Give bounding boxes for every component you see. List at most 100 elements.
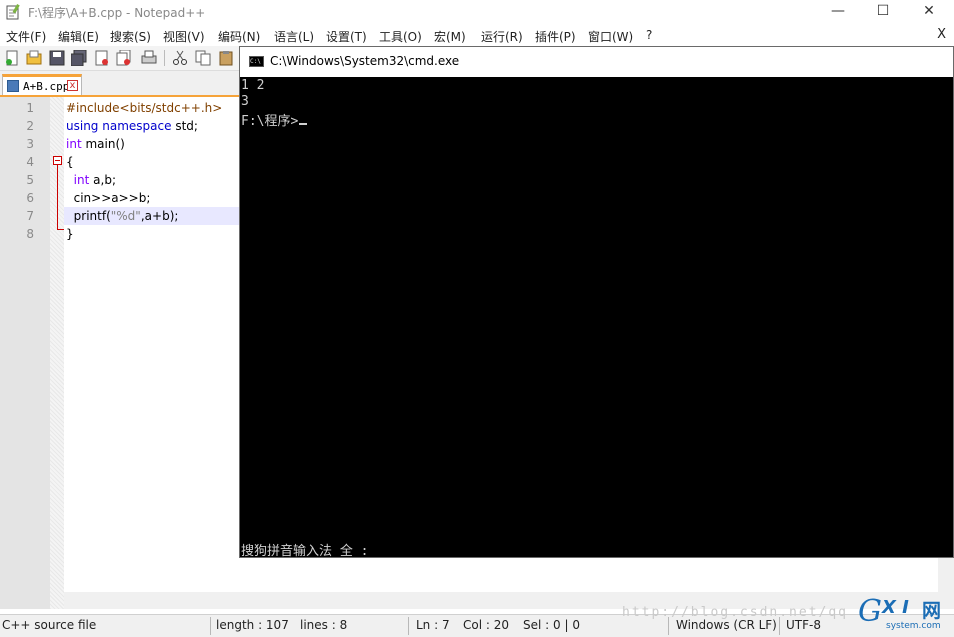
line-number: 5	[26, 173, 34, 187]
minimize-button[interactable]: —	[815, 0, 861, 24]
code-token: std	[175, 119, 194, 133]
close-all-icon[interactable]	[116, 50, 132, 66]
menu-search[interactable]: 搜索(S)	[110, 28, 151, 45]
code-token: "%d"	[110, 209, 141, 223]
code-line-5: int a,b;	[66, 173, 116, 187]
line-number: 3	[26, 137, 34, 151]
line-number: 1	[26, 101, 34, 115]
menu-language[interactable]: 语言(L)	[274, 28, 314, 45]
code-token: +	[152, 209, 163, 223]
text-cursor	[299, 123, 308, 125]
cmd-icon: C:\	[249, 56, 264, 67]
line-number: 8	[26, 227, 34, 241]
code-line-7: printf("%d",a+b);	[66, 209, 179, 223]
code-token: printf	[73, 209, 107, 223]
logo-wang: 网	[922, 600, 942, 622]
prompt-text: F:\程序>	[241, 114, 299, 129]
menu-settings[interactable]: 设置(T)	[326, 28, 367, 45]
code-line-8: }	[66, 227, 74, 241]
status-separator	[408, 617, 409, 635]
menu-view[interactable]: 视图(V)	[163, 28, 205, 45]
save-all-icon[interactable]	[71, 50, 87, 66]
fold-guide-end	[57, 229, 64, 230]
saved-file-icon	[7, 80, 19, 92]
code-token: int	[73, 173, 90, 187]
new-file-icon[interactable]	[4, 50, 20, 66]
code-token: b	[104, 173, 112, 187]
window-title: F:\程序\A+B.cpp - Notepad++	[28, 6, 206, 20]
window-titlebar[interactable]: F:\程序\A+B.cpp - Notepad++ — ☐ ✕	[0, 0, 954, 24]
menu-tools[interactable]: 工具(O)	[379, 28, 422, 45]
logo-xi: X I	[882, 597, 909, 618]
cmd-title: C:\Windows\System32\cmd.exe	[270, 54, 460, 68]
copy-icon[interactable]	[195, 50, 211, 66]
code-token: a	[144, 209, 152, 223]
toolbar-separator	[164, 50, 165, 66]
menu-edit[interactable]: 编辑(E)	[58, 28, 99, 45]
notepad-app-icon	[6, 4, 20, 20]
line-number: 6	[26, 191, 34, 205]
status-ln: Ln : 7	[416, 618, 450, 632]
line-number: 7	[26, 209, 34, 223]
code-line-6: cin>>a>>b;	[66, 191, 151, 205]
close-icon[interactable]	[94, 50, 110, 66]
code-token: ;	[111, 173, 116, 187]
print-icon[interactable]	[141, 50, 157, 66]
fold-guide	[57, 165, 58, 229]
close-window-button[interactable]: ✕	[906, 0, 952, 24]
code-token: b	[162, 209, 170, 223]
maximize-button[interactable]: ☐	[860, 0, 906, 24]
menu-help[interactable]: ?	[646, 28, 652, 42]
menu-macro[interactable]: 宏(M)	[434, 28, 466, 45]
line-number: 2	[26, 119, 34, 133]
blog-watermark: http://blog.csdn.net/qq	[622, 605, 849, 620]
status-length: length : 107	[216, 618, 289, 632]
open-file-icon[interactable]	[26, 50, 42, 66]
cmd-window[interactable]: C:\ C:\Windows\System32\cmd.exe 1 2 3 F:…	[239, 46, 954, 559]
console-prompt[interactable]: F:\程序>	[241, 110, 308, 129]
console-line-2: 3	[241, 94, 249, 109]
cut-icon[interactable]	[172, 50, 188, 66]
tab-label: A+B.cpp	[23, 80, 70, 93]
status-col: Col : 20	[463, 618, 509, 632]
fold-toggle-icon[interactable]	[53, 156, 62, 165]
code-token: ;	[193, 119, 198, 133]
code-token: main	[85, 137, 116, 151]
code-line-4: {	[66, 155, 74, 169]
logo-site: system.com	[886, 621, 941, 631]
code-line-1: #include<bits/stdc++.h>	[66, 101, 223, 115]
menu-window[interactable]: 窗口(W)	[588, 28, 633, 45]
menu-file[interactable]: 文件(F)	[6, 28, 46, 45]
menu-run[interactable]: 运行(R)	[481, 28, 523, 45]
code-token: int	[66, 137, 82, 151]
menu-encoding[interactable]: 编码(N)	[218, 28, 260, 45]
code-token: using	[66, 119, 99, 133]
logo-g: G	[858, 594, 882, 629]
code-token: namespace	[102, 119, 172, 133]
status-filetype: C++ source file	[2, 618, 97, 632]
status-separator	[210, 617, 211, 635]
line-number: 4	[26, 155, 34, 169]
cmd-titlebar[interactable]: C:\ C:\Windows\System32\cmd.exe	[240, 47, 953, 77]
close-document-button[interactable]: X	[937, 27, 946, 42]
code-token: );	[169, 209, 179, 223]
gxi-logo: G X I 网 system.com	[856, 594, 954, 636]
code-line-3: int main()	[66, 137, 125, 151]
line-number-gutter: 1 2 3 4 5 6 7 8	[0, 97, 50, 609]
save-icon[interactable]	[49, 50, 65, 66]
status-eol: Windows (CR LF)	[676, 618, 777, 632]
code-token: ()	[115, 137, 125, 151]
tab-close-icon[interactable]: x	[67, 80, 78, 91]
ime-status: 搜狗拼音输入法 全 :	[241, 544, 369, 559]
tab-a-b-cpp[interactable]: A+B.cpp x	[2, 74, 82, 95]
status-lines: lines : 8	[300, 618, 348, 632]
status-sel: Sel : 0 | 0	[523, 618, 580, 632]
paste-icon[interactable]	[218, 50, 234, 66]
console-line-1: 1 2	[241, 78, 265, 93]
menu-plugins[interactable]: 插件(P)	[535, 28, 576, 45]
code-line-2: using namespace std;	[66, 119, 198, 133]
menu-bar: 文件(F) 编辑(E) 搜索(S) 视图(V) 编码(N) 语言(L) 设置(T…	[0, 24, 954, 46]
status-encoding: UTF-8	[786, 618, 821, 632]
